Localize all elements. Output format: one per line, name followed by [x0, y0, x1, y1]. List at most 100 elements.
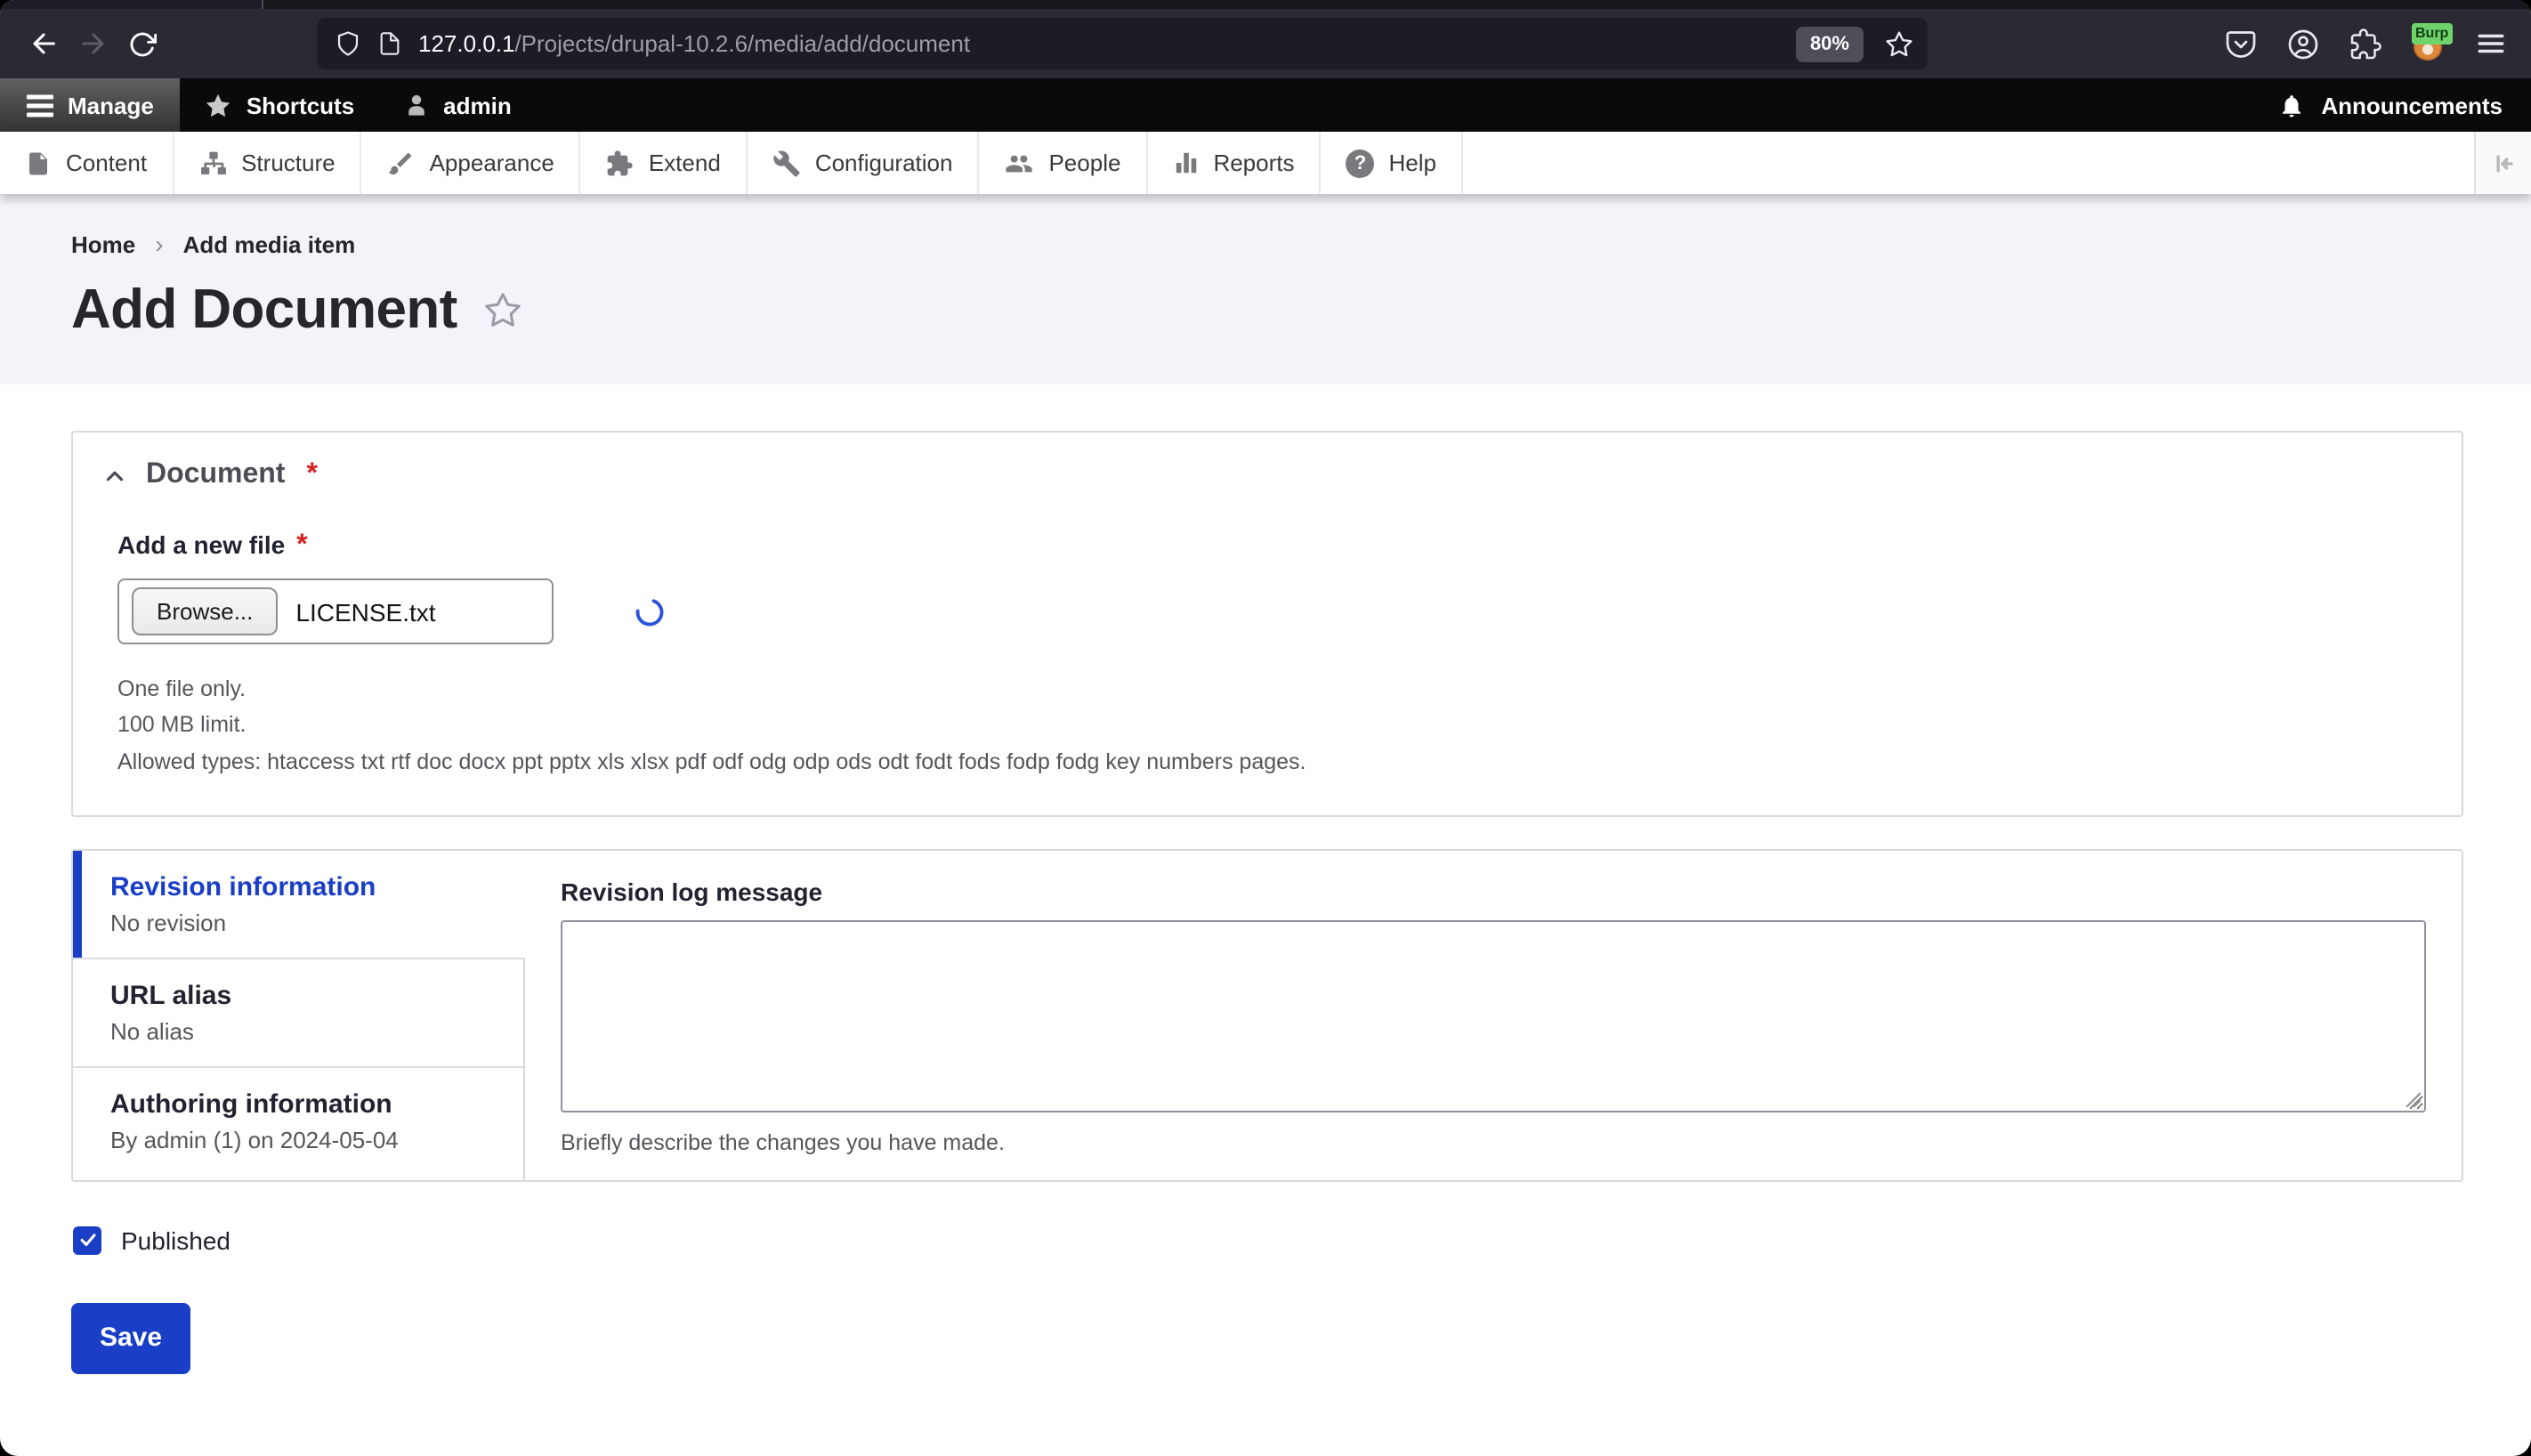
- back-button[interactable]: [18, 19, 68, 69]
- toolbar-user-label: admin: [443, 92, 512, 118]
- file-upload-input[interactable]: Browse... LICENSE.txt: [117, 578, 554, 644]
- menu-item-reports[interactable]: Reports: [1147, 132, 1322, 194]
- reload-button[interactable]: [117, 19, 167, 69]
- revision-log-textarea[interactable]: [561, 919, 2426, 1112]
- account-icon[interactable]: [2287, 28, 2319, 60]
- toolbar-shortcuts-label: Shortcuts: [246, 92, 355, 118]
- bar-chart-icon: [1172, 150, 1199, 176]
- menu-label: Reports: [1213, 150, 1295, 176]
- wrench-icon: [772, 149, 801, 177]
- menu-label: Help: [1388, 150, 1437, 176]
- menu-item-structure[interactable]: Structure: [174, 132, 362, 194]
- menu-spacer: [1463, 132, 2474, 194]
- question-icon: ?: [1346, 149, 1375, 177]
- file-field-description: One file only. 100 MB limit. Allowed typ…: [117, 671, 2433, 780]
- upload-progress-spinner-icon: [634, 595, 666, 627]
- forward-button[interactable]: [68, 19, 117, 69]
- browse-button[interactable]: Browse...: [132, 587, 279, 635]
- tab-summary: No alias: [110, 1017, 194, 1045]
- bell-icon: [2278, 92, 2305, 118]
- document-fieldset-legend[interactable]: Document *: [101, 459, 2433, 491]
- tab-revision-information[interactable]: Revision information No revision: [73, 850, 525, 958]
- pocket-icon[interactable]: [2225, 28, 2257, 60]
- menu-item-configuration[interactable]: Configuration: [748, 132, 980, 194]
- tab-label: Authoring information: [110, 1088, 392, 1120]
- tab-authoring-information[interactable]: Authoring information By admin (1) on 20…: [73, 1065, 523, 1175]
- bookmark-star-icon[interactable]: [1885, 29, 1913, 58]
- media-add-form: Document * Add a new file * Browse... LI…: [0, 384, 2531, 1374]
- menu-label: Structure: [241, 150, 336, 176]
- published-label: Published: [121, 1225, 230, 1255]
- required-marker: *: [296, 530, 308, 561]
- vertical-tabs: Revision information No revision URL ali…: [71, 848, 2463, 1182]
- tab-label: URL alias: [110, 980, 232, 1011]
- url-bar[interactable]: 127.0.0.1/Projects/drupal-10.2.6/media/a…: [317, 18, 1928, 69]
- burp-extension-icon[interactable]: Burp: [2412, 23, 2453, 61]
- url-path: /Projects/drupal-10.2.6/media/add/docume…: [514, 30, 971, 57]
- browser-actions: Burp: [2225, 23, 2506, 61]
- puzzle-icon: [606, 149, 635, 177]
- browser-tabstrip: [0, 0, 2531, 9]
- published-checkbox[interactable]: [73, 1225, 101, 1255]
- menu-label: Extend: [648, 150, 721, 176]
- menu-item-extend[interactable]: Extend: [581, 132, 748, 194]
- menu-item-help[interactable]: ? Help: [1322, 132, 1463, 194]
- chevron-up-icon: [101, 462, 128, 489]
- burp-badge: Burp: [2412, 23, 2453, 44]
- page-header: Home › Add media item Add Document: [0, 194, 2531, 384]
- save-button[interactable]: Save: [71, 1302, 190, 1374]
- toolbar-item-announcements[interactable]: Announcements: [2250, 78, 2531, 132]
- title-star-icon[interactable]: [482, 289, 523, 330]
- menu-item-appearance[interactable]: Appearance: [362, 132, 581, 194]
- toolbar-orientation-toggle[interactable]: [2474, 132, 2531, 194]
- menu-label: Content: [66, 150, 148, 176]
- tab-label: Revision information: [110, 871, 376, 902]
- screen: 127.0.0.1/Projects/drupal-10.2.6/media/a…: [0, 0, 2531, 1456]
- toolbar-item-manage[interactable]: Manage: [0, 78, 181, 132]
- menu-item-content[interactable]: Content: [0, 132, 174, 194]
- toolbar-item-shortcuts[interactable]: Shortcuts: [181, 78, 379, 132]
- page-title: Add Document: [71, 278, 457, 340]
- file-field-label: Add a new file: [117, 530, 286, 559]
- page-info-icon[interactable]: [377, 30, 402, 57]
- tracking-shield-icon[interactable]: [335, 30, 361, 57]
- breadcrumb-home-link[interactable]: Home: [71, 231, 135, 257]
- menu-label: People: [1048, 150, 1121, 176]
- menu-label: Configuration: [814, 150, 953, 176]
- required-marker: *: [306, 459, 318, 489]
- tabstrip-background: [263, 0, 2531, 9]
- admin-toolbar: Manage Shortcuts admin Announcements: [0, 78, 2531, 132]
- people-icon: [1004, 149, 1034, 177]
- menu-hamburger-icon[interactable]: [2476, 28, 2506, 59]
- pin-left-icon: [2490, 150, 2517, 175]
- file-desc-line: 100 MB limit.: [117, 712, 247, 738]
- back-arrow-icon: [28, 28, 58, 59]
- url-host: 127.0.0.1: [418, 30, 515, 57]
- tab-url-alias[interactable]: URL alias No alias: [73, 957, 523, 1066]
- toolbar-announcements-label: Announcements: [2321, 92, 2503, 118]
- zoom-level-badge[interactable]: 80%: [1795, 26, 1864, 61]
- toolbar-manage-label: Manage: [68, 92, 154, 118]
- sitemap-icon: [198, 149, 227, 177]
- revision-log-label: Revision log message: [561, 877, 823, 906]
- url-text: 127.0.0.1/Projects/drupal-10.2.6/media/a…: [418, 30, 970, 57]
- breadcrumb: Home › Add media item: [71, 230, 2531, 258]
- published-field: Published: [71, 1225, 2463, 1255]
- tab-summary: No revision: [110, 909, 227, 936]
- extensions-puzzle-icon[interactable]: [2349, 28, 2381, 60]
- reload-icon: [128, 29, 157, 58]
- admin-menu-bar: Content Structure Appearance Extend Conf…: [0, 132, 2531, 194]
- menu-item-people[interactable]: People: [979, 132, 1148, 194]
- manage-bars-icon: [27, 93, 53, 117]
- tab-summary: By admin (1) on 2024-05-04: [110, 1126, 399, 1153]
- user-icon: [404, 93, 429, 117]
- toolbar-item-user[interactable]: admin: [379, 78, 537, 132]
- breadcrumb-current: Add media item: [182, 231, 356, 257]
- forward-arrow-icon: [77, 28, 108, 59]
- file-desc-line: Allowed types: htaccess txt rtf doc docx…: [117, 748, 1306, 773]
- selected-filename: LICENSE.txt: [295, 597, 436, 626]
- shortcuts-star-icon: [206, 92, 232, 118]
- revision-log-description: Briefly describe the changes you have ma…: [561, 1129, 1005, 1155]
- chevron-right-icon: ›: [155, 230, 164, 258]
- browser-toolbar: 127.0.0.1/Projects/drupal-10.2.6/media/a…: [0, 9, 2531, 78]
